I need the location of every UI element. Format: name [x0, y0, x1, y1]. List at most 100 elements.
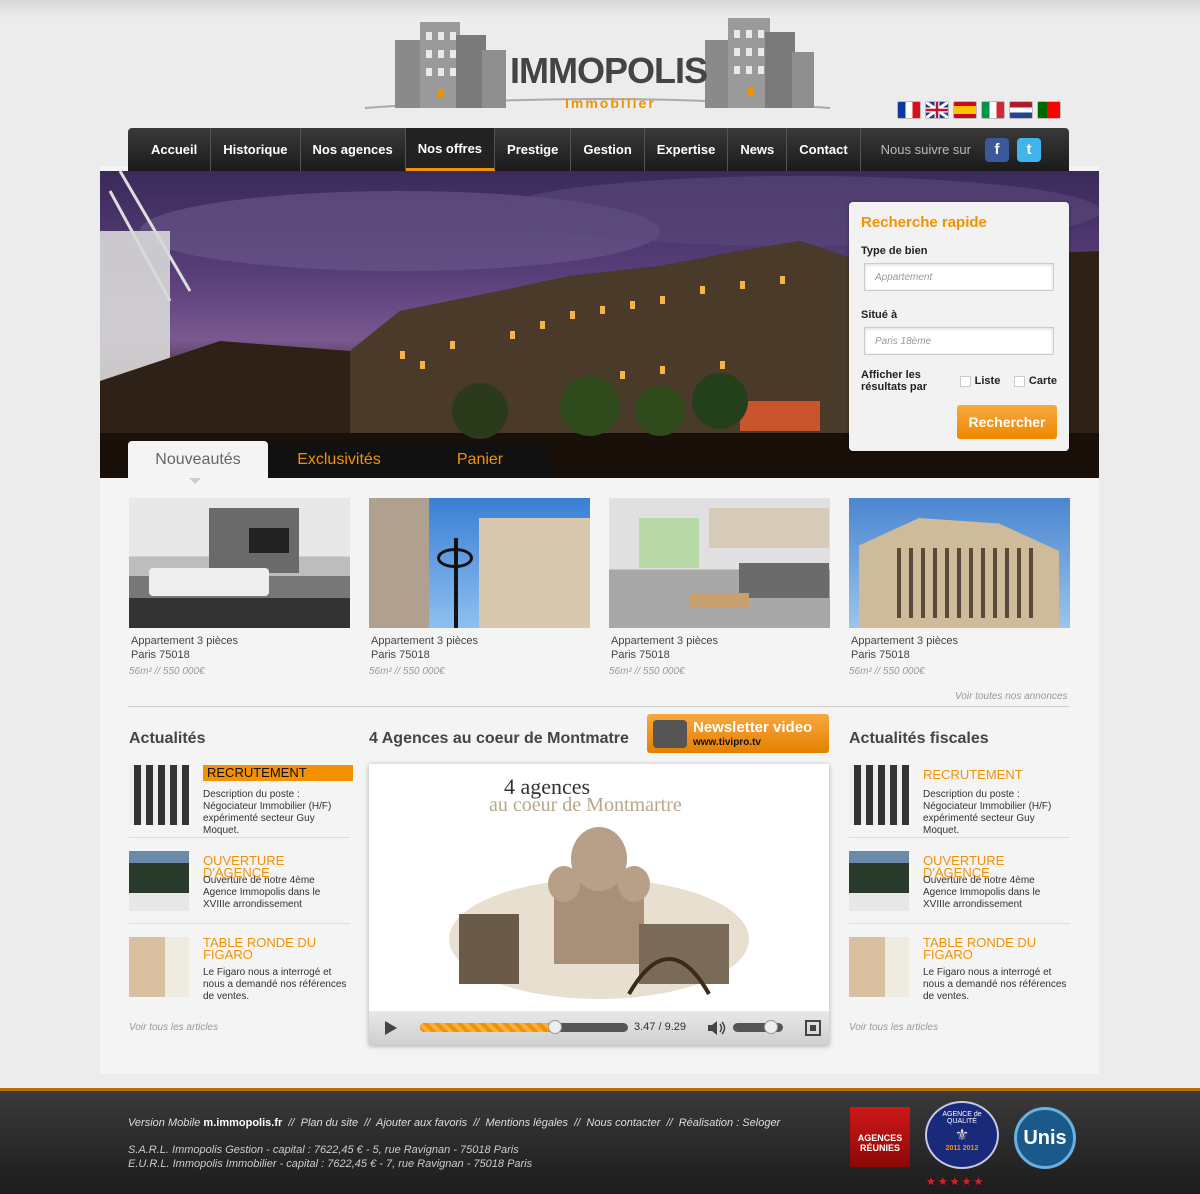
listing-city: Paris 75018: [131, 649, 190, 661]
progress-handle[interactable]: [548, 1020, 563, 1034]
listing-title: Appartement 3 pièces: [611, 635, 719, 647]
volume-slider[interactable]: [733, 1020, 783, 1034]
news-item[interactable]: OUVERTURE D'AGENCE Ouverture de notre 4è…: [849, 851, 1070, 923]
listing-photo[interactable]: [129, 498, 350, 628]
video-progress-bar[interactable]: [420, 1020, 628, 1034]
volume-icon[interactable]: [707, 1020, 727, 1036]
video-controls: 3.47 / 9.29: [369, 1011, 829, 1045]
footer-address: S.A.R.L. Immopolis Gestion - capital : 7…: [128, 1143, 532, 1171]
nav-news[interactable]: News: [728, 128, 788, 171]
tab-exclusivites[interactable]: Exclusivités: [269, 441, 409, 478]
newsletter-url: www.tivipro.tv: [693, 737, 761, 748]
listing-photo[interactable]: [609, 498, 830, 628]
news-title[interactable]: RECRUTEMENT: [923, 768, 1023, 781]
news-text: Le Figaro nous a interrogé et nous a dem…: [923, 967, 1067, 1002]
property-type-input[interactable]: Appartement: [864, 263, 1054, 291]
map-label: Carte: [1028, 375, 1058, 387]
news-text: Description du poste : Négociateur Immob…: [923, 789, 1052, 836]
listing-meta: 56m² // 550 000€: [609, 666, 685, 677]
footer-link-credits[interactable]: Réalisation : Seloger: [679, 1117, 781, 1129]
tax-news-heading: Actualités fiscales: [849, 730, 989, 747]
flag-it-icon[interactable]: [981, 101, 1005, 119]
news-title[interactable]: RECRUTEMENT: [203, 765, 353, 781]
newsletter-video-button[interactable]: Newsletter video www.tivipro.tv: [647, 714, 829, 753]
listing-meta: 56m² // 550 000€: [849, 666, 925, 677]
nav-expertise[interactable]: Expertise: [645, 128, 729, 171]
listing-title: Appartement 3 pièces: [131, 635, 239, 647]
news-title[interactable]: TABLE RONDE DU FIGARO: [923, 936, 1070, 961]
volume-handle[interactable]: [763, 1020, 778, 1034]
news-text: Le Figaro nous a interrogé et nous a dem…: [203, 967, 347, 1002]
fullscreen-icon[interactable]: [805, 1020, 821, 1036]
facebook-icon[interactable]: f: [984, 137, 1009, 162]
listing-card[interactable]: Appartement 3 pièces Paris 75018 56m² //…: [369, 498, 590, 677]
footer-link-favorites[interactable]: Ajouter aux favoris: [376, 1117, 467, 1129]
tab-nouveautes[interactable]: Nouveautés: [128, 441, 268, 478]
divider: [129, 837, 350, 838]
see-all-articles-link[interactable]: Voir tous les articles: [129, 1022, 218, 1033]
news-photo: [129, 851, 189, 911]
nav-accueil[interactable]: Accueil: [128, 128, 212, 171]
agence-qualite-badge[interactable]: AGENCE de QUALITÉ ⚜ 2011 2012: [925, 1101, 999, 1169]
flag-uk-icon[interactable]: [925, 100, 949, 120]
listing-card[interactable]: Appartement 3 pièces Paris 75018 56m² //…: [609, 498, 830, 677]
site-logo[interactable]: IMMOPOLIS Immobilier: [360, 10, 840, 120]
flag-pt-icon[interactable]: [1037, 101, 1061, 119]
listing-photo[interactable]: [849, 498, 1070, 628]
agences-reunies-logo[interactable]: AGENCES RÉUNIES: [850, 1107, 910, 1167]
divider: [849, 837, 1070, 838]
flag-es-icon[interactable]: [953, 101, 977, 119]
news-item[interactable]: TABLE RONDE DU FIGARO Le Figaro nous a i…: [129, 936, 350, 1002]
list-checkbox[interactable]: [960, 375, 971, 387]
news-item[interactable]: TABLE RONDE DU FIGARO Le Figaro nous a i…: [849, 936, 1070, 1002]
nav-nos-offres[interactable]: Nos offres: [405, 128, 496, 171]
news-heading: Actualités: [129, 730, 206, 747]
news-text: Ouverture de notre 4ème Agence Immopolis…: [923, 875, 1041, 910]
location-label: Situé à: [861, 309, 898, 321]
see-all-listings-link[interactable]: Voir toutes nos annonces: [955, 691, 1067, 702]
news-text: Description du poste : Négociateur Immob…: [203, 789, 332, 836]
search-title: Recherche rapide: [861, 214, 987, 231]
map-checkbox[interactable]: [1014, 375, 1025, 387]
tab-indicator-icon: [189, 478, 201, 484]
mobile-site-link[interactable]: m.immopolis.fr: [203, 1117, 282, 1129]
footer-link-legal[interactable]: Mentions légales: [485, 1117, 568, 1129]
badge-quality-text: AGENCE de QUALITÉ: [942, 1111, 982, 1125]
news-item[interactable]: RECRUTEMENT Description du poste : Négoc…: [129, 765, 353, 837]
nav-gestion[interactable]: Gestion: [571, 128, 645, 171]
listing-card[interactable]: Appartement 3 pièces Paris 75018 56m² //…: [129, 498, 350, 677]
nav-contact[interactable]: Contact: [787, 128, 861, 171]
divider: [129, 923, 350, 924]
logo-wordmark: IMMOPOLIS: [510, 50, 708, 91]
flag-nl-icon[interactable]: [1009, 101, 1033, 119]
location-input[interactable]: Paris 18ème: [864, 327, 1054, 355]
nav-prestige[interactable]: Prestige: [495, 128, 572, 171]
news-item[interactable]: OUVERTURE D'AGENCE Ouverture de notre 4è…: [129, 851, 350, 923]
unis-logo[interactable]: Unis: [1014, 1107, 1076, 1169]
listing-tabs: Nouveautés Exclusivités Panier: [128, 441, 551, 478]
video-player[interactable]: 4 agences au coeur de Montmartre 3.47 / …: [369, 764, 829, 1045]
listing-card[interactable]: Appartement 3 pièces Paris 75018 56m² //…: [849, 498, 1070, 677]
footer-link-contact[interactable]: Nous contacter: [586, 1117, 660, 1129]
fleur-de-lis-icon: ⚜: [954, 1127, 970, 1144]
footer-link-sitemap[interactable]: Plan du site: [301, 1117, 358, 1129]
news-title[interactable]: TABLE RONDE DU FIGARO: [203, 936, 350, 961]
play-icon[interactable]: [385, 1021, 397, 1035]
tab-panier[interactable]: Panier: [410, 441, 550, 478]
listing-photo[interactable]: [369, 498, 590, 628]
display-options: Afficher les résultats par Liste Carte: [861, 369, 1057, 393]
news-item[interactable]: RECRUTEMENT Description du poste : Négoc…: [849, 765, 1070, 837]
nav-nos-agences[interactable]: Nos agences: [301, 128, 406, 171]
follow-label: Nous suivre sur: [880, 142, 971, 157]
footer-links: Version Mobile m.immopolis.fr // Plan du…: [128, 1117, 781, 1129]
flag-fr-icon[interactable]: [897, 101, 921, 119]
twitter-icon[interactable]: t: [1016, 137, 1041, 162]
news-photo: [849, 851, 909, 911]
newsletter-label: Newsletter video: [693, 719, 813, 736]
display-label: Afficher les résultats par: [861, 369, 928, 393]
nav-historique[interactable]: Historique: [211, 128, 301, 171]
film-reel-icon: [653, 720, 687, 748]
see-all-tax-articles-link[interactable]: Voir tous les articles: [849, 1022, 938, 1033]
logo-subtitle: Immobilier: [565, 95, 656, 111]
search-button[interactable]: Rechercher: [957, 405, 1057, 439]
